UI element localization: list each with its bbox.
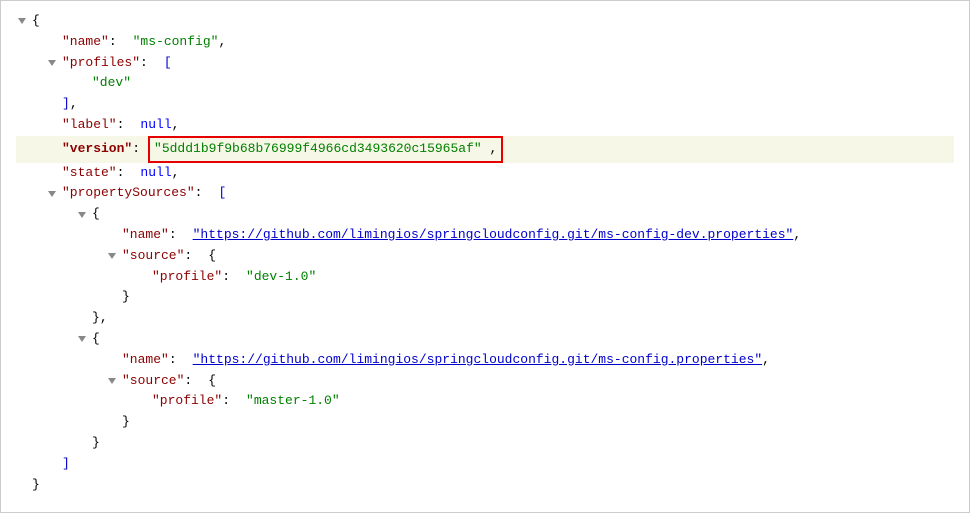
toggle-icon[interactable] (46, 188, 58, 200)
row-property-sources-close: ] (16, 454, 954, 475)
brace-open: { (208, 371, 216, 392)
key-profile: "profile" (152, 267, 222, 288)
brace-close: } (122, 287, 130, 308)
row-ps1-source: "source" : { (16, 371, 954, 392)
row-profiles: "profiles" : [ (16, 53, 954, 74)
row-ps1-close: } (16, 433, 954, 454)
key-source: "source" (122, 246, 184, 267)
row-root-open: { (16, 11, 954, 32)
row-profiles-close: ] , (16, 94, 954, 115)
row-ps1-open: { (16, 329, 954, 350)
key-name: "name" (122, 225, 169, 246)
brace-close: } (32, 475, 40, 496)
bracket-close: ] (62, 94, 70, 115)
row-ps0-source: "source" : { (16, 246, 954, 267)
value-dev10: "dev-1.0" (246, 267, 316, 288)
row-dev: "dev" (16, 73, 954, 94)
row-root-close: } (16, 475, 954, 496)
toggle-icon[interactable] (106, 250, 118, 262)
row-ps0-open: { (16, 204, 954, 225)
bracket-close: ] (62, 454, 70, 475)
key-source: "source" (122, 371, 184, 392)
toggle-icon[interactable] (76, 209, 88, 221)
brace-close: } (92, 308, 100, 329)
toggle-icon[interactable] (16, 15, 28, 27)
key-label: "label" (62, 115, 117, 136)
toggle-icon[interactable] (46, 57, 58, 69)
row-version: "version" : "5ddd1b9f9b68b76999f4966cd34… (16, 136, 954, 163)
row-ps1-profile: "profile" : "master-1.0" (16, 391, 954, 412)
highlight-box: "5ddd1b9f9b68b76999f4966cd3493620c15965a… (148, 136, 503, 163)
brace-close: } (92, 433, 100, 454)
row-ps1-name: "name" : "https://github.com/limingios/s… (16, 350, 954, 371)
row-property-sources: "propertySources" : [ (16, 183, 954, 204)
brace-open: { (208, 246, 216, 267)
row-ps0-source-close: } (16, 287, 954, 308)
brace-open: { (92, 329, 100, 350)
brace-open: { (92, 204, 100, 225)
link-url[interactable]: "https://github.com/limingios/springclou… (193, 350, 763, 371)
brace-close: } (122, 412, 130, 433)
brace-open: { (32, 11, 40, 32)
key-name: "name" (122, 350, 169, 371)
value-dev: "dev" (92, 73, 131, 94)
link-url[interactable]: "https://github.com/limingios/springclou… (193, 225, 794, 246)
key-name: "name" (62, 32, 109, 53)
row-state: "state" : null , (16, 163, 954, 184)
value-version-hash: "5ddd1b9f9b68b76999f4966cd3493620c15965a… (154, 141, 482, 156)
key-profile: "profile" (152, 391, 222, 412)
row-ps1-source-close: } (16, 412, 954, 433)
toggle-icon[interactable] (76, 333, 88, 345)
key-version: "version" (62, 139, 132, 160)
row-label: "label" : null , (16, 115, 954, 136)
json-tree-root: { "name" : "ms-config" , "profiles" : [ … (16, 11, 954, 495)
row-ps0-profile: "profile" : "dev-1.0" (16, 267, 954, 288)
value-null: null (140, 163, 171, 184)
key-property-sources: "propertySources" (62, 183, 195, 204)
bracket-open: [ (218, 183, 226, 204)
row-name: "name" : "ms-config" , (16, 32, 954, 53)
value-null: null (140, 115, 171, 136)
key-profiles: "profiles" (62, 53, 140, 74)
row-ps0-name: "name" : "https://github.com/limingios/s… (16, 225, 954, 246)
value-ms-config: "ms-config" (133, 32, 219, 53)
value-master10: "master-1.0" (246, 391, 340, 412)
key-state: "state" (62, 163, 117, 184)
row-ps0-close: } , (16, 308, 954, 329)
bracket-open: [ (164, 53, 172, 74)
toggle-icon[interactable] (106, 375, 118, 387)
